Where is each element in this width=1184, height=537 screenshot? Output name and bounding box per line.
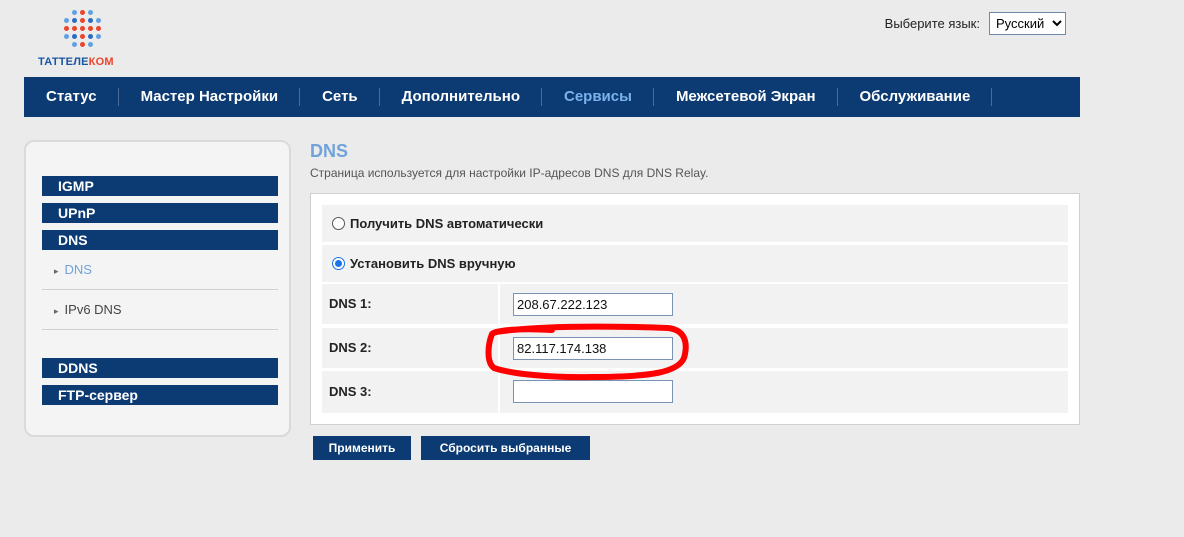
logo-dot — [88, 26, 93, 31]
dns2-row: DNS 2: — [322, 328, 1068, 368]
logo-dot — [80, 10, 85, 15]
page-title: DNS — [310, 141, 349, 161]
page-description: Страница используется для настройки IP-а… — [310, 166, 709, 180]
radio-row-auto[interactable]: Получить DNS автоматически — [322, 205, 1068, 242]
nav-maintenance[interactable]: Обслуживание — [838, 77, 993, 117]
logo-dot — [72, 18, 77, 23]
sidebar-item-ddns[interactable]: DDNS — [42, 358, 278, 378]
nav-advanced[interactable]: Дополнительно — [380, 77, 543, 117]
nav-setup-wizard[interactable]: Мастер Настройки — [119, 77, 301, 117]
logo-dot — [64, 34, 69, 39]
logo-dot — [72, 42, 77, 47]
logo-dot — [72, 34, 77, 39]
dns1-label: DNS 1: — [329, 296, 372, 311]
dns3-input[interactable] — [513, 380, 673, 403]
logo-dot — [88, 10, 93, 15]
sidebar-item-ftp[interactable]: FTP-сервер — [42, 385, 278, 405]
logo-dot — [64, 26, 69, 31]
radio-row-manual[interactable]: Установить DNS вручную — [322, 245, 1068, 282]
dns1-row: DNS 1: — [322, 284, 1068, 324]
radio-manual-dns[interactable] — [332, 257, 345, 270]
language-select[interactable]: Русский — [989, 12, 1066, 35]
logo: ТАТТЕЛЕКОМ — [38, 10, 130, 70]
sidebar-item-dns[interactable]: DNS — [42, 230, 278, 250]
sidebar-subitem-dns[interactable]: ▸ DNS — [42, 250, 278, 290]
logo-dot — [88, 18, 93, 23]
sidebar: IGMP UPnP DNS ▸ DNS ▸ IPv6 DNS DDNS FTP-се… — [24, 140, 291, 437]
logo-dot — [80, 34, 85, 39]
sidebar-item-upnp[interactable]: UPnP — [42, 203, 278, 223]
logo-dot — [64, 18, 69, 23]
logo-dot — [80, 42, 85, 47]
sidebar-subitem-ipv6-dns[interactable]: ▸ IPv6 DNS — [42, 290, 278, 330]
top-nav: Статус Мастер Настройки Сеть Дополнитель… — [24, 77, 1080, 117]
logo-dot — [88, 42, 93, 47]
nav-services[interactable]: Сервисы — [542, 77, 654, 117]
sidebar-item-igmp[interactable]: IGMP — [42, 176, 278, 196]
dns2-label: DNS 2: — [329, 340, 372, 355]
dns-settings-panel: Получить DNS автоматически Установить DN… — [310, 193, 1080, 425]
radio-manual-label: Установить DNS вручную — [350, 256, 516, 271]
nav-network[interactable]: Сеть — [300, 77, 380, 117]
logo-dot — [72, 10, 77, 15]
dns2-input[interactable] — [513, 337, 673, 360]
language-label: Выберите язык: — [884, 16, 980, 31]
logo-dot — [88, 34, 93, 39]
logo-text: ТАТТЕЛЕКОМ — [38, 56, 114, 68]
language-selector: Выберите язык: Русский — [885, 12, 1066, 35]
logo-dot — [80, 18, 85, 23]
dns3-row: DNS 3: — [322, 371, 1068, 413]
logo-dot — [96, 18, 101, 23]
radio-auto-label: Получить DNS автоматически — [350, 216, 544, 231]
logo-dot — [72, 26, 77, 31]
chevron-right-icon: ▸ — [54, 266, 59, 276]
radio-auto-dns[interactable] — [332, 217, 345, 230]
nav-status[interactable]: Статус — [24, 77, 119, 117]
apply-button[interactable]: Применить — [313, 436, 411, 460]
reset-button[interactable]: Сбросить выбранные — [421, 436, 590, 460]
logo-dot — [96, 34, 101, 39]
logo-dot — [80, 26, 85, 31]
chevron-right-icon: ▸ — [54, 306, 59, 316]
logo-dot — [96, 26, 101, 31]
nav-firewall[interactable]: Межсетевой Экран — [654, 77, 838, 117]
dns1-input[interactable] — [513, 293, 673, 316]
logo-dots-icon — [64, 10, 104, 50]
dns3-label: DNS 3: — [329, 384, 372, 399]
